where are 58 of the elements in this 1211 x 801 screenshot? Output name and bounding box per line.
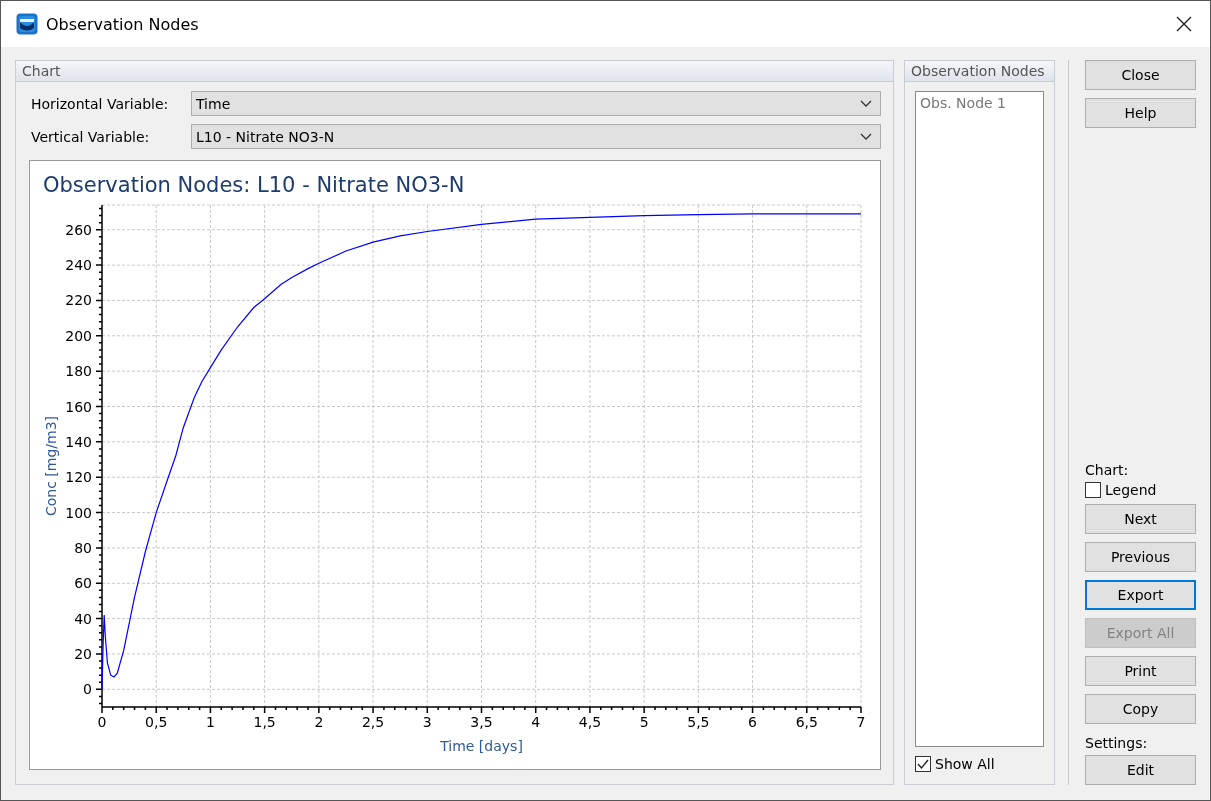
chart-button[interactable]: Next [1085,504,1196,534]
chart-button[interactable]: Previous [1085,542,1196,572]
y-tick-label: 240 [65,257,92,274]
checkbox-label: Show All [935,756,995,772]
y-tick-label: 160 [65,398,92,415]
x-tick-label: 4,5 [578,714,602,730]
y-tick-label: 60 [74,575,92,592]
x-tick-label: 3 [422,714,432,730]
y-tick-label: 260 [65,221,92,238]
chart-button[interactable]: Print [1085,656,1196,686]
checkbox[interactable] [1085,482,1101,498]
section-label: Settings: [1085,735,1149,751]
close-icon[interactable] [1176,16,1192,32]
window-title: Observation Nodes [46,14,200,34]
y-tick-label: 100 [65,504,92,521]
settings-button[interactable]: Edit [1085,755,1196,785]
chevron-down-icon [860,133,872,140]
chevron-down-icon [860,100,872,107]
section-label: Chart: [1085,462,1130,478]
y-tick-label: 80 [74,539,92,556]
chart-button[interactable]: Copy [1085,694,1196,724]
x-tick-label: 3,5 [470,714,493,730]
dialog-button[interactable]: Help [1085,98,1196,128]
variable-dropdown[interactable]: L10 - Nitrate NO3-N [191,124,881,149]
dialog-button[interactable]: Close [1085,60,1196,90]
x-tick-label: 4 [531,714,541,730]
x-tick-label: 2 [314,714,324,730]
y-tick-label: 220 [65,292,92,309]
x-tick-label: 5 [639,714,649,730]
chart-title: Observation Nodes: L10 - Nitrate NO3-N [43,173,465,197]
y-tick-label: 0 [83,681,92,698]
field-label: Vertical Variable: [31,128,151,145]
y-axis-label: Conc [mg/m3] [43,415,59,517]
x-tick-label: 1,5 [253,714,276,730]
x-tick-label: 1 [205,714,215,730]
group-header: Observation Nodes [905,61,1055,82]
x-tick-label: 0,5 [145,714,168,730]
y-tick-label: 140 [65,433,92,450]
y-tick-label: 120 [65,469,92,486]
checkbox[interactable] [915,756,931,772]
checkbox-label: Legend [1105,482,1157,498]
x-tick-label: 6 [748,714,758,730]
x-tick-label: 2,5 [361,714,385,730]
y-tick-label: 20 [74,645,92,662]
y-tick-label: 200 [65,327,92,344]
chart-button[interactable]: Export [1085,580,1196,610]
variable-dropdown[interactable]: Time [191,91,881,116]
y-tick-label: 40 [74,610,92,627]
x-axis-label: Time [days] [440,738,523,754]
x-tick-label: 6,5 [795,714,818,730]
x-tick-label: 7 [856,714,866,730]
group-header: Chart [16,61,893,82]
field-label: Horizontal Variable: [31,95,170,112]
y-tick-label: 180 [65,363,92,380]
x-tick-label: 0 [97,714,107,730]
app-icon [16,13,38,35]
x-tick-label: 5,5 [687,714,710,730]
list-item[interactable]: Obs. Node 1 [918,94,1042,112]
